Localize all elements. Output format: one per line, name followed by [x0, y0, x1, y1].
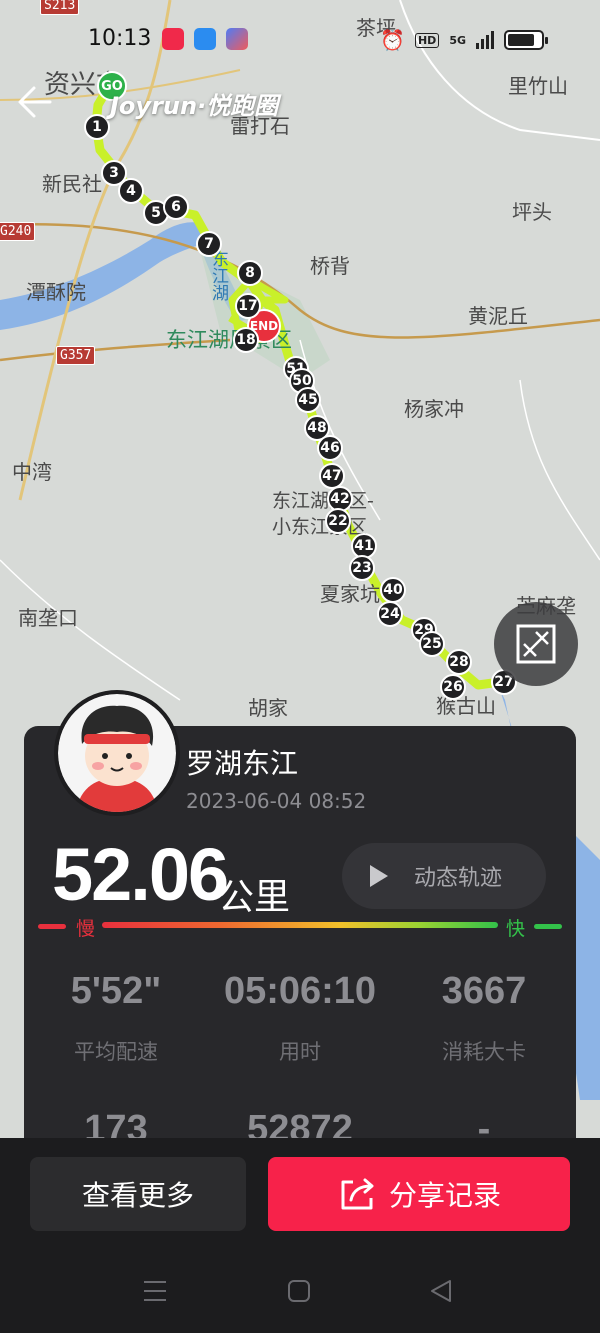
km-marker: 23 — [349, 555, 375, 581]
km-marker: 28 — [446, 649, 472, 675]
map-label: 坪头 — [512, 200, 552, 224]
map-label: 桥背 — [310, 254, 350, 278]
signal-icon — [476, 31, 494, 49]
map-label: 新民社 — [42, 172, 102, 196]
status-bar: 10:13 ⏰ HD 5G — [0, 20, 600, 60]
status-indicators: ⏰ HD 5G — [380, 28, 548, 52]
map-label: 夏家坑 — [320, 582, 380, 606]
menu-nav-button[interactable] — [142, 1278, 168, 1304]
share-label: 分享记录 — [388, 1179, 501, 1212]
pace-fast-swatch — [534, 924, 562, 929]
km-marker: 40 — [380, 577, 406, 603]
km-marker: 25 — [419, 631, 445, 657]
run-title: 罗湖东江 — [186, 747, 299, 780]
km-marker: 18 — [233, 327, 259, 353]
pace-gradient-bar — [102, 922, 498, 928]
avatar-illustration — [58, 694, 176, 812]
duration-label: 用时 — [279, 1040, 321, 1064]
km-marker: 6 — [163, 194, 189, 220]
km-marker: 17 — [235, 293, 261, 319]
map-label: 潭酥院 — [26, 280, 86, 304]
alarm-icon: ⏰ — [380, 28, 405, 52]
battery-level — [508, 34, 534, 46]
play-icon — [370, 865, 388, 887]
browser-app-icon — [226, 28, 248, 50]
message-app-icon — [194, 28, 216, 50]
km-marker: 7 — [196, 231, 222, 257]
avatar[interactable] — [54, 690, 180, 816]
road — [519, 379, 600, 561]
back-button[interactable] — [14, 80, 58, 124]
network-label: 5G — [449, 33, 466, 47]
map-label: 南垄口 — [18, 606, 78, 630]
video-app-icon — [162, 28, 184, 50]
expand-map-icon — [516, 624, 556, 664]
dynamic-track-label: 动态轨迹 — [414, 866, 503, 891]
calories-value: 3667 — [441, 970, 527, 1012]
back-nav-button[interactable] — [428, 1278, 454, 1304]
km-marker: 22 — [325, 508, 351, 534]
road-shield: S213 — [40, 0, 80, 15]
km-marker: 26 — [440, 674, 466, 700]
map-label: 胡家 — [248, 696, 288, 720]
arrow-left-icon — [18, 86, 52, 118]
dynamic-track-button[interactable]: 动态轨迹 — [342, 843, 546, 909]
run-datetime: 2023-06-04 08:52 — [186, 789, 367, 813]
duration-value: 05:06:10 — [223, 970, 377, 1012]
km-marker: 4 — [118, 178, 144, 204]
share-icon — [341, 1178, 374, 1210]
share-record-button[interactable]: 分享记录 — [268, 1157, 570, 1231]
road-shield: G357 — [56, 346, 96, 365]
map-label: 里竹山 — [508, 74, 568, 98]
pace-fast-label: 快 — [506, 918, 526, 940]
map-label: 中湾 — [12, 460, 52, 484]
km-marker: 8 — [237, 260, 263, 286]
home-nav-button[interactable] — [286, 1278, 312, 1304]
app-logo: Joyrun·悦跑圈 — [110, 92, 279, 120]
view-more-button[interactable]: 查看更多 — [30, 1157, 246, 1231]
map-label: 黄泥丘 — [468, 304, 528, 328]
battery-icon — [504, 30, 548, 50]
status-time: 10:13 — [88, 26, 152, 51]
avg-pace-value: 5'52" — [70, 970, 162, 1012]
map-label: 杨家冲 — [404, 397, 464, 421]
km-marker: 1 — [84, 114, 110, 140]
hd-badge: HD — [414, 32, 440, 48]
distance-value: 52.06 — [52, 833, 229, 916]
system-nav-bar — [0, 1262, 600, 1322]
pace-slow-swatch — [38, 924, 66, 929]
avg-pace-label: 平均配速 — [74, 1040, 158, 1064]
km-marker: 45 — [295, 387, 321, 413]
km-marker: 24 — [377, 601, 403, 627]
pace-slow-label: 慢 — [76, 918, 96, 940]
river-label: 东江湖 — [208, 250, 228, 301]
road-shield: G240 — [0, 222, 36, 241]
fullscreen-map-button[interactable] — [494, 602, 578, 686]
calories-label: 消耗大卡 — [442, 1040, 526, 1064]
km-marker: 46 — [317, 435, 343, 461]
